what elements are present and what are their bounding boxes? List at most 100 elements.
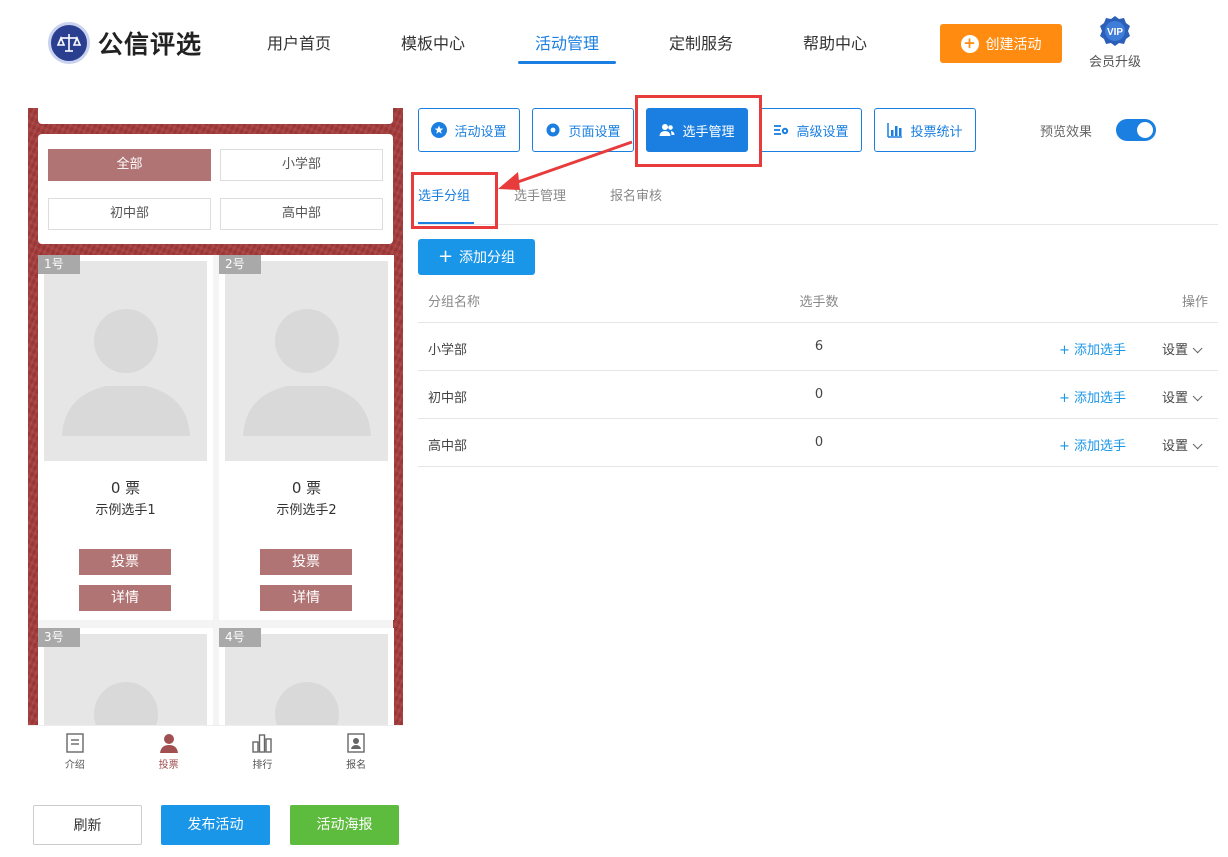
refresh-button[interactable]: 刷新 <box>33 805 142 845</box>
table-row: 小学部 6 + 添加选手 设置 <box>418 323 1218 371</box>
settings-label: 设置 <box>1162 439 1189 454</box>
preview-tab-bar: 介绍 投票 排行 报名 <box>28 725 403 775</box>
chevron-down-icon <box>1192 391 1203 402</box>
tab-signup-label: 报名 <box>346 760 367 771</box>
create-activity-button[interactable]: + 创建活动 <box>940 24 1062 63</box>
create-activity-label: 创建活动 <box>985 36 1042 53</box>
add-group-button[interactable]: + 添加分组 <box>418 239 535 275</box>
nav-item-activity-management[interactable]: 活动管理 <box>500 0 634 90</box>
group-filter-primary[interactable]: 小学部 <box>220 149 383 181</box>
add-player-link[interactable]: + 添加选手 <box>1059 435 1126 454</box>
group-name: 小学部 <box>428 343 468 358</box>
avatar-placeholder-icon <box>225 634 388 725</box>
player-name: 示例选手2 <box>276 503 337 518</box>
tab-signup[interactable]: 报名 <box>309 726 403 775</box>
annotation-arrow-icon <box>498 140 633 190</box>
vote-statistics-label: 投票统计 <box>910 124 963 140</box>
column-group-name: 分组名称 <box>428 295 481 310</box>
nav-item-custom-service[interactable]: 定制服务 <box>634 0 768 90</box>
avatar-placeholder-icon <box>225 261 388 461</box>
user-icon <box>158 732 180 754</box>
player-card[interactable]: 4号 <box>219 628 394 725</box>
add-player-label: 添加选手 <box>1074 439 1127 454</box>
table-row: 高中部 0 + 添加选手 设置 <box>418 419 1218 467</box>
player-card[interactable]: 3号 <box>38 628 213 725</box>
bar-chart-icon <box>887 123 903 138</box>
settings-label: 设置 <box>1162 391 1189 406</box>
page-settings-label: 页面设置 <box>568 124 621 140</box>
nav-item-help[interactable]: 帮助中心 <box>768 0 902 90</box>
advanced-settings-label: 高级设置 <box>796 124 849 140</box>
preview-header-card <box>38 108 393 124</box>
tab-ranking-label: 排行 <box>252 760 273 771</box>
preview-effect-label: 预览效果 <box>1040 125 1093 140</box>
group-filter-high[interactable]: 高中部 <box>220 198 383 230</box>
avatar-placeholder-icon <box>44 261 207 461</box>
vote-button[interactable]: 投票 <box>260 549 352 575</box>
add-group-label: 添加分组 <box>459 250 516 266</box>
brand-logo[interactable]: 公信评选 <box>48 22 202 64</box>
player-grid: 1号 0 票 示例选手1 投票 详情 2号 0 票 示例选手2 投票 详情 3号 <box>38 255 394 725</box>
group-filter-card: 全部 小学部 初中部 高中部 <box>38 134 393 244</box>
top-nav-bar: 公信评选 用户首页 模板中心 活动管理 定制服务 帮助中心 + 创建活动 VIP… <box>0 0 1228 90</box>
activity-poster-button[interactable]: 活动海报 <box>290 805 399 845</box>
player-votes: 0 票 <box>110 479 141 497</box>
group-settings-dropdown[interactable]: 设置 <box>1162 387 1203 406</box>
table-row: 初中部 0 + 添加选手 设置 <box>418 371 1218 419</box>
group-filter-middle[interactable]: 初中部 <box>48 198 211 230</box>
add-player-label: 添加选手 <box>1074 343 1127 358</box>
avatar-placeholder-icon <box>44 634 207 725</box>
group-player-count: 6 <box>814 339 824 354</box>
vote-button[interactable]: 投票 <box>79 549 171 575</box>
tab-intro[interactable]: 介绍 <box>28 726 122 775</box>
gear-icon <box>546 123 560 137</box>
add-player-link[interactable]: + 添加选手 <box>1059 387 1126 406</box>
group-settings-dropdown[interactable]: 设置 <box>1162 339 1203 358</box>
tab-vote-label: 投票 <box>158 760 179 771</box>
nav-item-templates[interactable]: 模板中心 <box>366 0 500 90</box>
player-card[interactable]: 1号 0 票 示例选手1 投票 详情 <box>38 255 213 620</box>
group-settings-dropdown[interactable]: 设置 <box>1162 435 1203 454</box>
svg-text:VIP: VIP <box>1107 27 1123 38</box>
group-filter-all[interactable]: 全部 <box>48 149 211 181</box>
group-name: 高中部 <box>428 439 468 454</box>
group-name: 初中部 <box>428 391 468 406</box>
group-player-count: 0 <box>814 387 824 402</box>
add-player-link[interactable]: + 添加选手 <box>1059 339 1126 358</box>
highlight-box-player-groups <box>411 172 498 229</box>
brand-name: 公信评选 <box>98 30 203 59</box>
player-card[interactable]: 2号 0 票 示例选手2 投票 详情 <box>219 255 394 620</box>
column-actions: 操作 <box>1181 295 1208 310</box>
settings-label: 设置 <box>1162 343 1189 358</box>
vip-upgrade-label: 会员升级 <box>1088 55 1141 70</box>
publish-activity-button[interactable]: 发布活动 <box>161 805 270 845</box>
detail-button[interactable]: 详情 <box>260 585 352 611</box>
player-votes: 0 票 <box>291 479 322 497</box>
tab-ranking[interactable]: 排行 <box>216 726 310 775</box>
vote-statistics-button[interactable]: 投票统计 <box>874 108 976 152</box>
vip-badge-icon: VIP <box>1098 15 1132 49</box>
activity-settings-label: 活动设置 <box>454 124 507 140</box>
preview-actions: 刷新 发布活动 活动海报 <box>33 805 419 845</box>
tab-vote[interactable]: 投票 <box>122 726 216 775</box>
detail-button[interactable]: 详情 <box>79 585 171 611</box>
plus-circle-icon: + <box>960 34 979 53</box>
sliders-gear-icon <box>774 125 789 135</box>
highlight-box-player-management <box>635 95 762 167</box>
main-nav: 用户首页 模板中心 活动管理 定制服务 帮助中心 <box>232 0 902 90</box>
ranking-icon <box>251 732 273 754</box>
player-name: 示例选手1 <box>95 503 156 518</box>
vip-upgrade-button[interactable]: VIP 会员升级 <box>1086 15 1144 70</box>
advanced-settings-button[interactable]: 高级设置 <box>760 108 862 152</box>
group-player-count: 0 <box>814 435 824 450</box>
preview-effect-toggle[interactable] <box>1116 119 1156 141</box>
column-player-count: 选手数 <box>799 295 839 310</box>
groups-table: 分组名称 选手数 操作 小学部 6 + 添加选手 设置 初中部 0 + 添加选手… <box>418 275 1218 467</box>
chevron-down-icon <box>1192 439 1203 450</box>
star-icon <box>431 122 448 138</box>
profile-card-icon <box>345 732 367 754</box>
mobile-preview: 全部 小学部 初中部 高中部 1号 0 票 示例选手1 投票 详情 2号 0 票… <box>28 108 403 725</box>
nav-item-home[interactable]: 用户首页 <box>232 0 366 90</box>
add-player-label: 添加选手 <box>1074 391 1127 406</box>
player-number: 3号 <box>38 628 80 647</box>
